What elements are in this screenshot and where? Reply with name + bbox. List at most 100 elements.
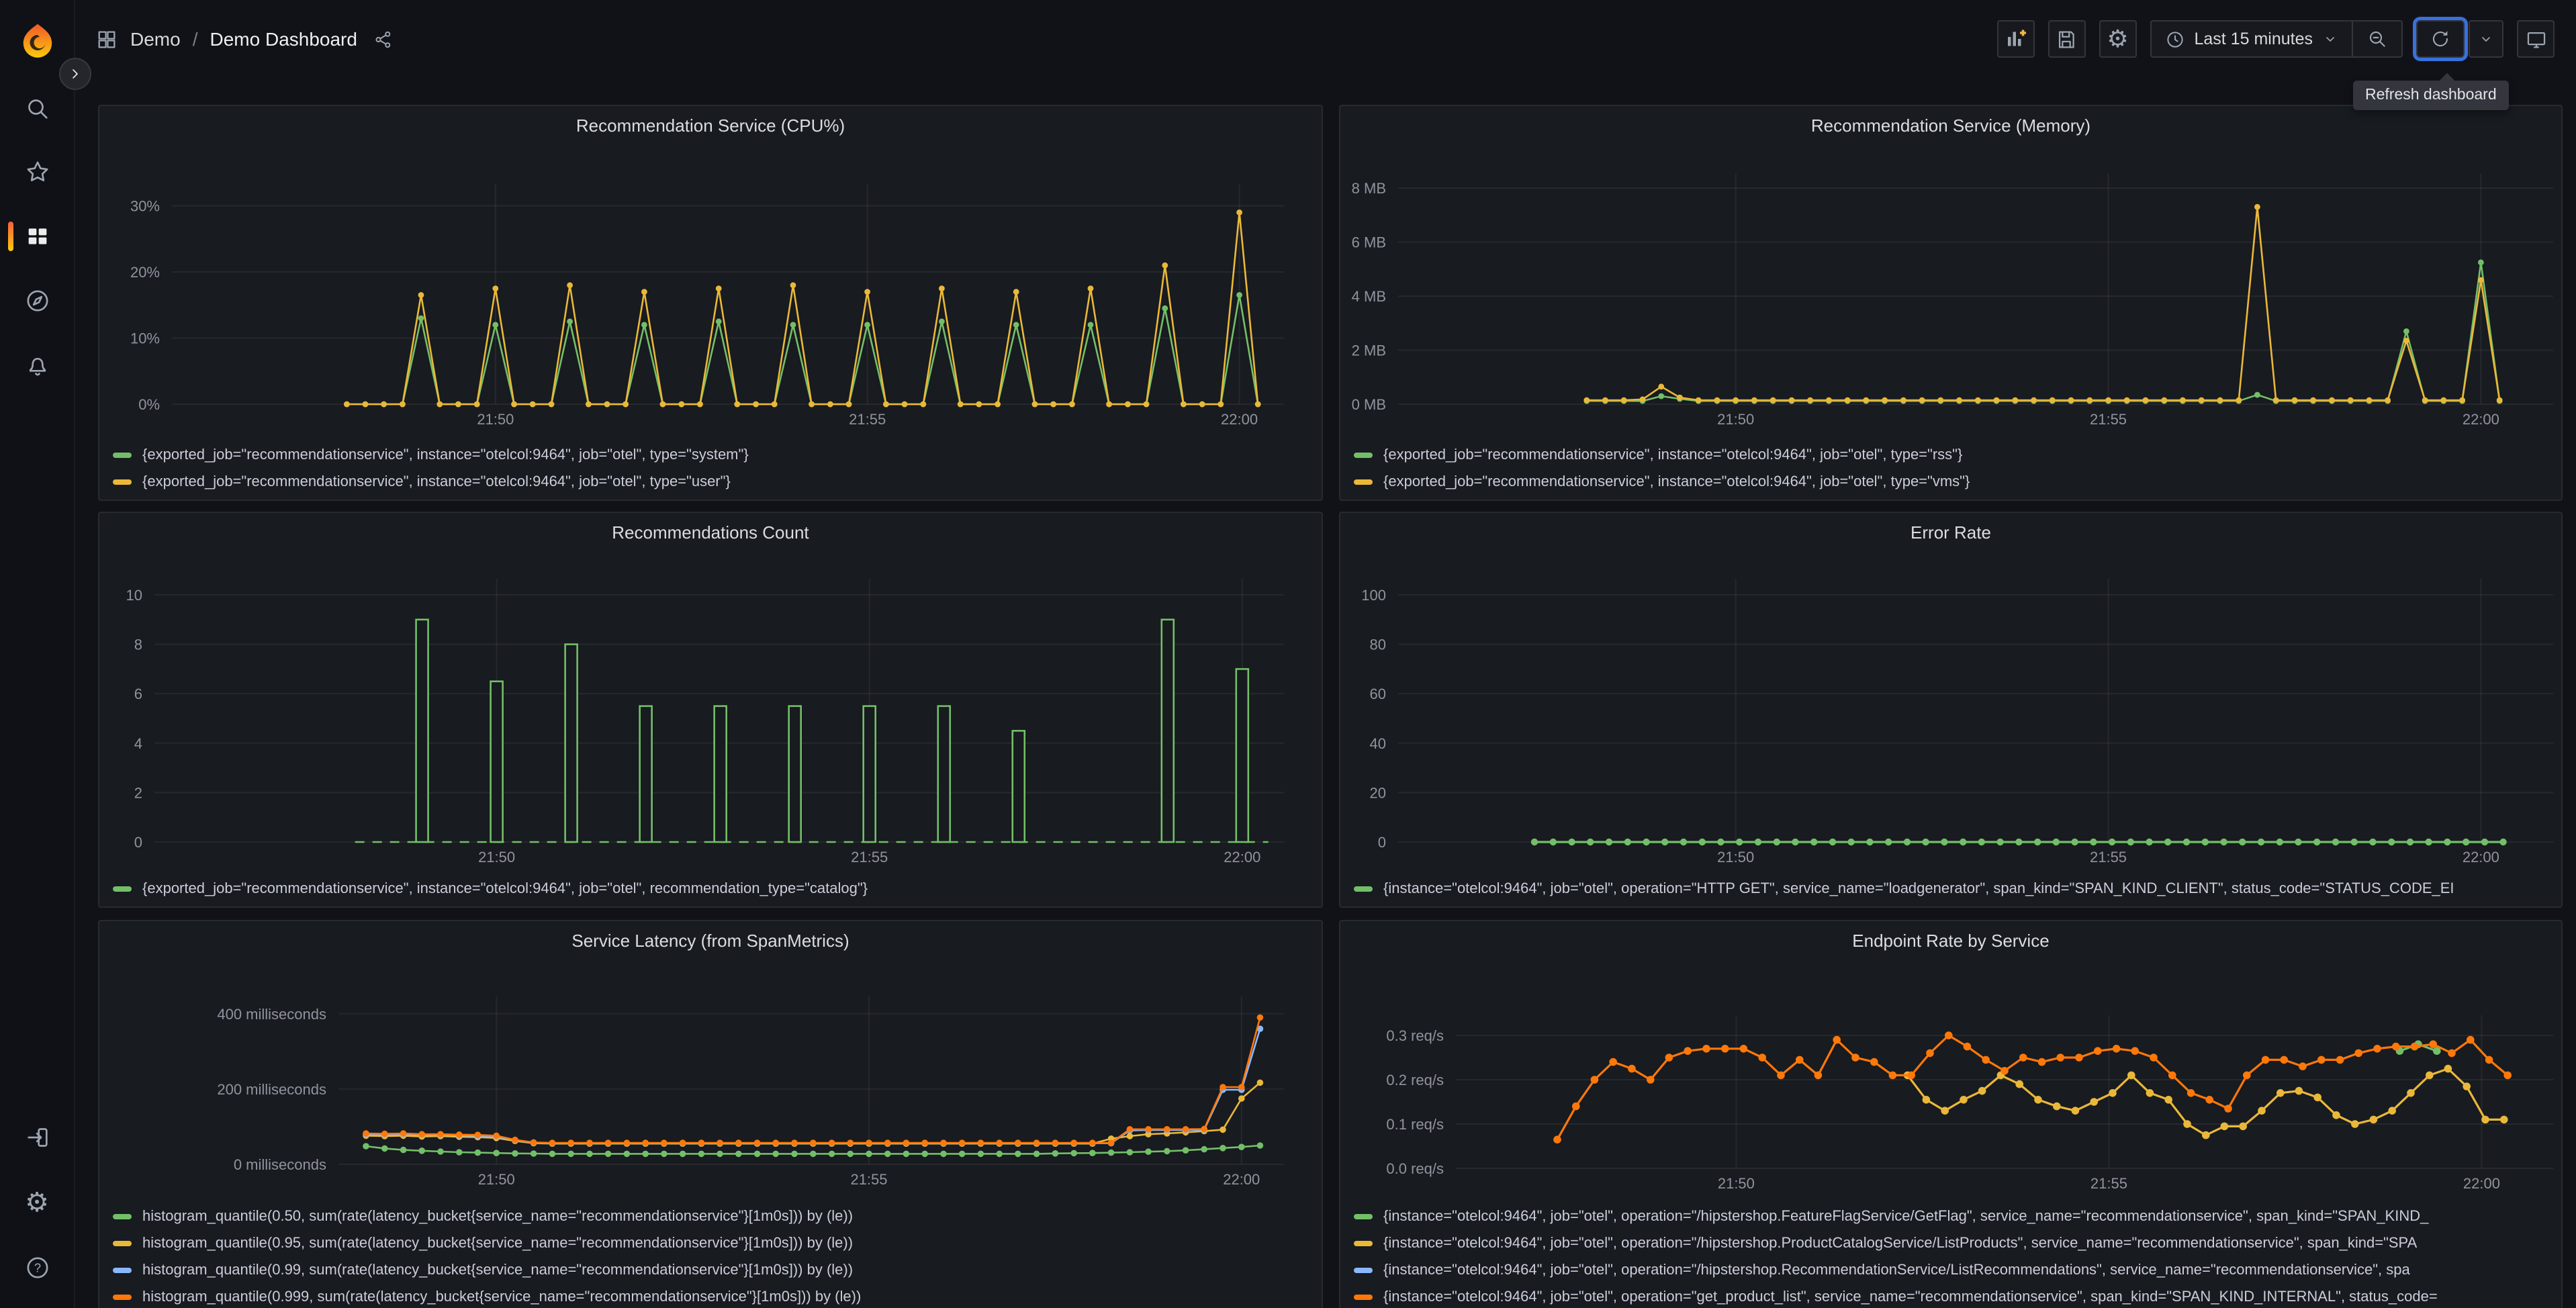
- legend-item[interactable]: {exported_job="recommendationservice", i…: [113, 470, 1314, 493]
- legend-item[interactable]: histogram_quantile(0.50, sum(rate(latenc…: [113, 1205, 1314, 1227]
- legend-item[interactable]: {exported_job="recommendationservice", i…: [1354, 443, 2553, 466]
- svg-text:20: 20: [1370, 784, 1386, 801]
- panel-recommendations-count: 21:50 21:55 22:00 0 2 4 6 8 10 Recommendations C…: [98, 512, 1323, 908]
- breadcrumb-dashboard[interactable]: Demo Dashboard: [210, 28, 357, 50]
- legend-item[interactable]: {exported_job="recommendationservice", i…: [1354, 470, 2553, 493]
- tv-mode-button[interactable]: [2517, 20, 2555, 58]
- share-icon[interactable]: [373, 29, 394, 49]
- panel-endpoint-rate: 21:50 21:55 22:00 0.0 req/s 0.1 req/s 0.2 req…: [1339, 920, 2563, 1308]
- legend: {instance="otelcol:9464", job="otel", op…: [1354, 877, 2553, 900]
- legend-swatch: [113, 1294, 132, 1299]
- svg-text:21:50: 21:50: [478, 1171, 515, 1188]
- legend-swatch: [113, 479, 132, 484]
- refresh-group: [2416, 20, 2503, 58]
- legend: {exported_job="recommendationservice", i…: [113, 877, 1314, 900]
- bell-icon: [28, 358, 46, 376]
- sidebar-item-sign-in[interactable]: [0, 1112, 74, 1163]
- legend: {exported_job="recommendationservice", i…: [1354, 443, 2553, 493]
- legend-swatch: [1354, 1294, 1373, 1299]
- svg-text:0 milliseconds: 0 milliseconds: [234, 1156, 326, 1173]
- legend-item[interactable]: {exported_job="recommendationservice", i…: [113, 877, 1314, 900]
- svg-text:22:00: 22:00: [1223, 1171, 1260, 1188]
- apps-icon: [98, 30, 116, 48]
- chart-error-rate[interactable]: 21:50 21:55 22:00 0 20 40 60 80 100: [1340, 513, 2564, 909]
- svg-text:20%: 20%: [130, 264, 160, 281]
- refresh-tooltip: Refresh dashboard: [2353, 73, 2509, 110]
- legend-swatch: [1354, 479, 1373, 484]
- grafana-logo[interactable]: [0, 16, 74, 67]
- help-icon: ?: [26, 1257, 48, 1278]
- legend-item[interactable]: histogram_quantile(0.99, sum(rate(latenc…: [113, 1258, 1314, 1281]
- chevron-right-icon: [73, 69, 78, 79]
- sidebar: ⚙ ?: [0, 0, 91, 1308]
- tooltip-text: Refresh dashboard: [2365, 87, 2497, 103]
- time-range-label: Last 15 minutes: [2194, 30, 2313, 48]
- legend-swatch: [1354, 1213, 1373, 1219]
- grafana-app: ⚙ ? Demo / Demo Dashboard ⚙ Last 15 minu…: [0, 0, 2576, 1308]
- zoom-out-button[interactable]: [2352, 21, 2401, 56]
- search-icon: [28, 99, 47, 119]
- svg-text:2 MB: 2 MB: [1352, 342, 1386, 359]
- legend-label: histogram_quantile(0.999, sum(rate(laten…: [142, 1289, 862, 1305]
- svg-text:4 MB: 4 MB: [1352, 288, 1386, 305]
- refresh-icon: [2432, 31, 2448, 47]
- svg-text:21:55: 21:55: [851, 849, 888, 866]
- add-panel-icon: [2007, 30, 2026, 46]
- svg-text:0: 0: [134, 834, 142, 851]
- svg-text:40: 40: [1370, 735, 1386, 752]
- refresh-interval-caret[interactable]: [2469, 20, 2503, 58]
- legend-label: {exported_job="recommendationservice", i…: [142, 447, 749, 463]
- gear-icon: ⚙: [25, 1188, 49, 1218]
- legend-swatch: [113, 1213, 132, 1219]
- svg-text:200 milliseconds: 200 milliseconds: [217, 1081, 326, 1098]
- sidebar-item-starred[interactable]: [0, 146, 74, 197]
- sidebar-item-explore[interactable]: [0, 275, 74, 326]
- add-panel-button[interactable]: [1996, 20, 2035, 58]
- sidebar-item-dashboards[interactable]: [0, 211, 74, 262]
- panel-service-latency: 21:50 21:55 22:00 0 milliseconds 200 millise…: [98, 920, 1323, 1308]
- svg-text:21:50: 21:50: [477, 411, 514, 428]
- legend-item[interactable]: {instance="otelcol:9464", job="otel", op…: [1354, 1231, 2553, 1254]
- breadcrumb-folder[interactable]: Demo: [130, 28, 181, 50]
- time-range-picker[interactable]: Last 15 minutes: [2152, 21, 2352, 56]
- apps-icon: [28, 228, 46, 244]
- sidebar-item-help[interactable]: ?: [0, 1242, 74, 1293]
- time-range-group: Last 15 minutes: [2150, 20, 2403, 58]
- svg-text:0.0 req/s: 0.0 req/s: [1386, 1160, 1444, 1177]
- sidebar-item-search[interactable]: [0, 83, 74, 134]
- sidebar-item-alerting[interactable]: [0, 340, 74, 391]
- toolbar: ⚙ Last 15 minutes: [1996, 20, 2555, 58]
- sidebar-expand-button[interactable]: [59, 58, 91, 90]
- refresh-button[interactable]: [2416, 20, 2465, 58]
- legend-swatch: [113, 452, 132, 457]
- svg-text:21:55: 21:55: [849, 411, 886, 428]
- svg-text:8 MB: 8 MB: [1352, 180, 1386, 197]
- legend-item[interactable]: {instance="otelcol:9464", job="otel", op…: [1354, 1258, 2553, 1281]
- legend-item[interactable]: {instance="otelcol:9464", job="otel", op…: [1354, 1205, 2553, 1227]
- svg-text:21:55: 21:55: [2090, 411, 2127, 428]
- legend-label: {instance="otelcol:9464", job="otel", op…: [1383, 1289, 2438, 1305]
- svg-text:21:50: 21:50: [1717, 849, 1754, 866]
- clock-icon: [2166, 31, 2183, 47]
- save-dashboard-button[interactable]: [2048, 20, 2086, 58]
- legend-swatch: [1354, 886, 1373, 891]
- legend-item[interactable]: {instance="otelcol:9464", job="otel", op…: [1354, 877, 2553, 900]
- svg-text:?: ?: [34, 1261, 40, 1275]
- svg-text:21:55: 21:55: [850, 1171, 887, 1188]
- legend-item[interactable]: histogram_quantile(0.999, sum(rate(laten…: [113, 1285, 1314, 1308]
- legend-label: histogram_quantile(0.99, sum(rate(latenc…: [142, 1262, 854, 1278]
- monitor-icon: [2526, 31, 2545, 48]
- sidebar-item-settings[interactable]: ⚙: [0, 1178, 74, 1229]
- svg-text:21:50: 21:50: [1717, 411, 1754, 428]
- chart-recommendations-count[interactable]: 21:50 21:55 22:00 0 2 4 6 8 10: [99, 513, 1324, 909]
- legend: {exported_job="recommendationservice", i…: [113, 443, 1314, 493]
- dashboard-settings-button[interactable]: ⚙: [2099, 20, 2137, 58]
- legend-label: histogram_quantile(0.50, sum(rate(latenc…: [142, 1208, 854, 1224]
- legend-item[interactable]: {exported_job="recommendationservice", i…: [113, 443, 1314, 466]
- legend-swatch: [1354, 452, 1373, 457]
- chevron-down-icon: [2326, 37, 2334, 42]
- svg-text:2: 2: [134, 784, 142, 801]
- legend-item[interactable]: histogram_quantile(0.95, sum(rate(latenc…: [113, 1231, 1314, 1254]
- legend-item[interactable]: {instance="otelcol:9464", job="otel", op…: [1354, 1285, 2553, 1308]
- svg-text:22:00: 22:00: [2463, 1175, 2500, 1192]
